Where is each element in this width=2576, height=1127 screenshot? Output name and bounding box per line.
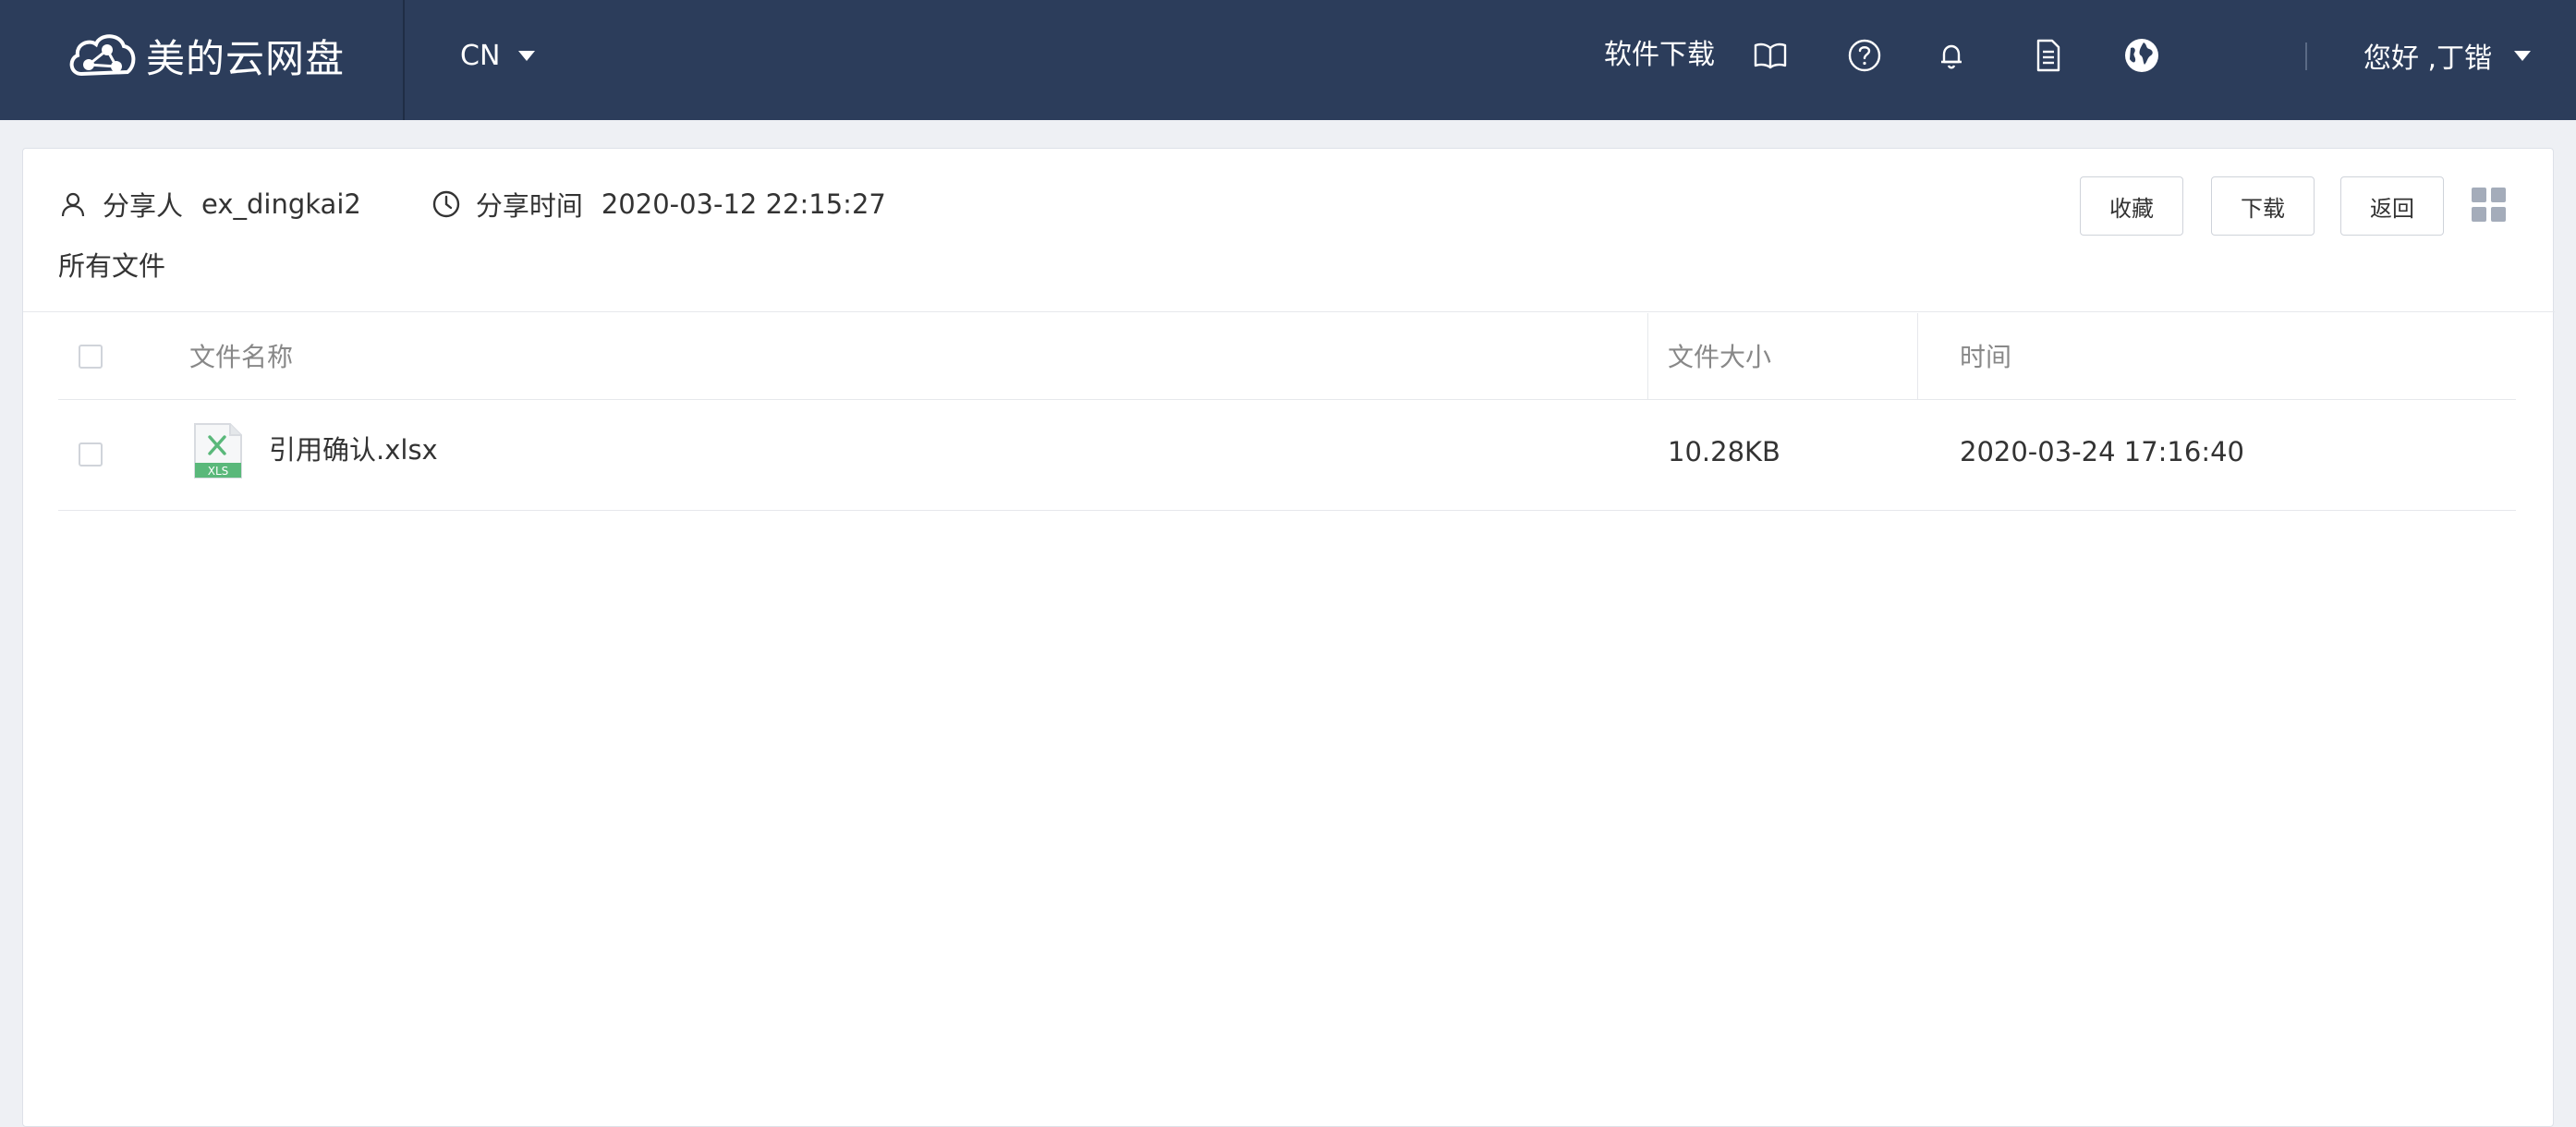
table-header: 文件名称 文件大小 时间 (58, 313, 2516, 400)
column-header-name[interactable]: 文件名称 (189, 339, 293, 376)
row-checkbox[interactable] (79, 442, 103, 467)
file-size: 10.28KB (1668, 436, 1780, 467)
brand-logo[interactable]: 美的云网盘 (67, 26, 345, 85)
user-menu[interactable]: 您好 ,丁锴 (2363, 37, 2532, 75)
chevron-down-icon (2514, 50, 2532, 61)
breadcrumb-all-files[interactable]: 所有文件 (58, 245, 165, 284)
grid-view-icon[interactable] (2472, 188, 2507, 223)
share-time-label: 分享时间 (475, 190, 583, 222)
chevron-down-icon (518, 50, 536, 61)
user-greeting: 您好 ,丁锴 (2363, 42, 2493, 75)
sharer-label: 分享人 (103, 190, 184, 222)
header-divider (403, 0, 405, 120)
cloud-logo-icon (67, 28, 137, 83)
book-icon[interactable] (1750, 35, 1791, 76)
share-time-value: 2020-03-12 22:15:27 (601, 188, 886, 220)
language-selector[interactable]: CN (460, 37, 536, 74)
table-row[interactable]: XLS 引用确认.xlsx 10.28KB 2020-03-24 17:16:4… (58, 400, 2516, 511)
file-name[interactable]: 引用确认.xlsx (269, 431, 438, 468)
share-meta: 分享人 ex_dingkai2 分享时间 2020-03-12 22:15:27 (58, 186, 886, 223)
top-navigation-bar: 美的云网盘 CN 软件下载 您好 ,丁锴 (0, 0, 2576, 120)
bell-icon[interactable] (1931, 35, 1972, 76)
column-separator (1917, 313, 1918, 400)
clock-icon (432, 190, 460, 218)
help-icon[interactable] (1844, 35, 1885, 76)
file-time: 2020-03-24 17:16:40 (1960, 436, 2244, 467)
language-label: CN (460, 39, 501, 72)
column-header-time[interactable]: 时间 (1960, 339, 2011, 376)
excel-file-icon: XLS (193, 422, 243, 479)
download-button[interactable]: 下载 (2211, 176, 2315, 236)
svg-text:XLS: XLS (208, 465, 229, 478)
column-header-size[interactable]: 文件大小 (1668, 339, 1771, 376)
column-separator (1647, 313, 1648, 400)
user-icon (61, 192, 85, 217)
favorite-button[interactable]: 收藏 (2080, 176, 2183, 236)
select-all-checkbox[interactable] (79, 345, 103, 369)
header-separator (23, 311, 2555, 312)
brand-name: 美的云网盘 (146, 35, 346, 81)
share-content-card: 分享人 ex_dingkai2 分享时间 2020-03-12 22:15:27… (22, 148, 2555, 1127)
back-button[interactable]: 返回 (2340, 176, 2444, 236)
sharer-value: ex_dingkai2 (201, 188, 361, 220)
globe-icon[interactable] (2121, 35, 2162, 76)
file-table: 文件名称 文件大小 时间 XLS 引用确认.xlsx 10.28KB 2020-… (58, 313, 2516, 511)
software-download-link[interactable]: 软件下载 (1604, 37, 1715, 74)
user-divider (2305, 42, 2307, 70)
document-icon[interactable] (2027, 35, 2068, 76)
